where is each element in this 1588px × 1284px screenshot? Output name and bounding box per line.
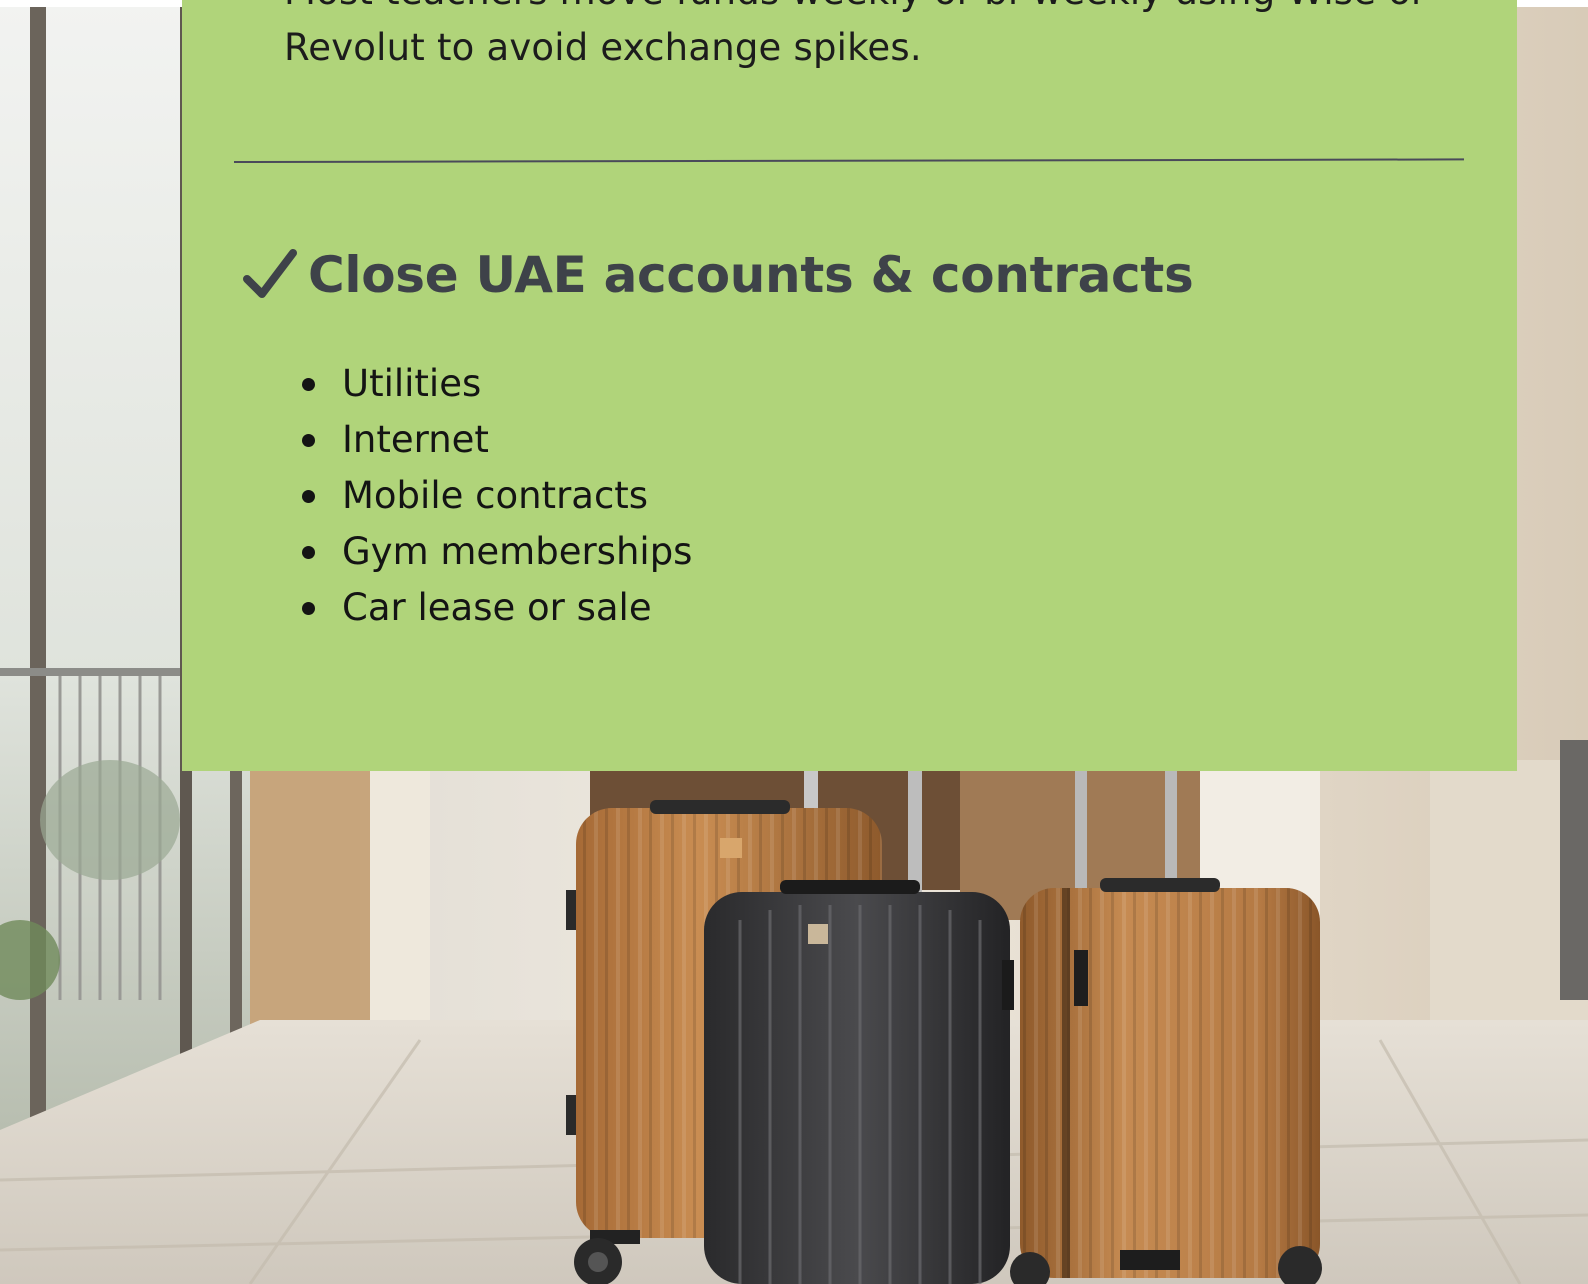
section-heading-text: Close UAE accounts & contracts: [308, 246, 1194, 304]
list-item-label: Utilities: [342, 362, 482, 405]
section-heading: Close UAE accounts & contracts: [242, 242, 1194, 308]
intro-paragraph: Most teachers move funds weekly or bi-we…: [284, 0, 1426, 69]
list-item: Internet: [302, 412, 692, 468]
list-item-label: Internet: [342, 418, 489, 461]
list-item-label: Car lease or sale: [342, 586, 652, 629]
checkmark-icon: [243, 249, 297, 298]
list-item: Gym memberships: [302, 524, 692, 580]
list-item-label: Mobile contracts: [342, 474, 649, 517]
bullet-dot-icon: [302, 490, 315, 503]
list-item: Utilities: [302, 356, 692, 412]
section-divider: [233, 158, 1464, 163]
content-card: Most teachers move funds weekly or bi-we…: [182, 0, 1517, 771]
accounts-list: Utilities Internet Mobile contracts Gym …: [302, 356, 692, 636]
page: Most teachers move funds weekly or bi-we…: [0, 0, 1588, 1284]
list-item: Mobile contracts: [302, 468, 692, 524]
list-item-label: Gym memberships: [342, 530, 693, 573]
bullet-dot-icon: [302, 378, 315, 391]
bullet-dot-icon: [302, 434, 315, 447]
bullet-dot-icon: [302, 602, 315, 615]
list-item: Car lease or sale: [302, 580, 692, 636]
bullet-dot-icon: [302, 546, 315, 559]
